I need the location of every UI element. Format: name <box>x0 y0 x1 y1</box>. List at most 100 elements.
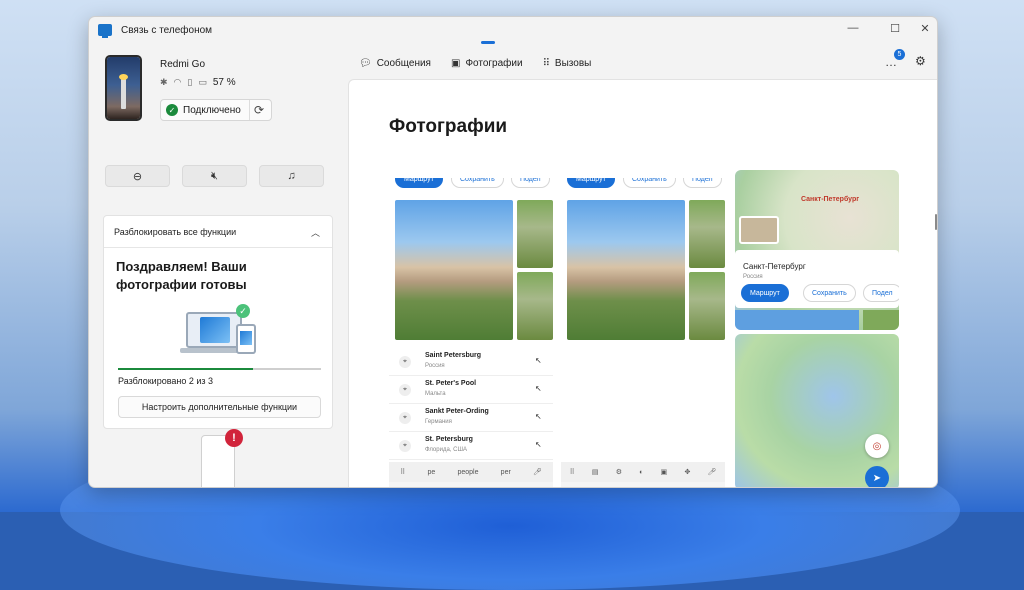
key: r <box>620 487 623 488</box>
maximize-button[interactable]: ☐ <box>881 17 909 39</box>
keyboard-row: q w e r t y u i o p <box>561 482 725 488</box>
connection-status[interactable]: ✓ Подключено ⟳ <box>160 99 272 121</box>
key: y <box>477 487 482 488</box>
scrollbar[interactable] <box>935 214 937 230</box>
main-tabs: 💬︎ Сообщения ▣ Фотографии ⠿ Вызовы <box>359 53 591 73</box>
key: o <box>525 487 530 488</box>
wifi-icon: ◠ <box>173 77 182 87</box>
key: e <box>431 487 436 488</box>
check-icon: ✓ <box>166 104 178 116</box>
photo-thumbnail-1[interactable]: Маршрут Сохранить Подел ⌖ Saint Petersbu… <box>389 178 553 488</box>
unlock-progress-fill <box>118 368 254 370</box>
phone-icon: ▯ <box>187 77 193 87</box>
arrow-icon: ↖ <box>535 440 542 449</box>
chevron-up-icon[interactable]: ︿ <box>311 226 320 239</box>
settings-icon: ⚙ <box>615 469 623 476</box>
key: p <box>714 487 719 488</box>
result-sub: Германия <box>425 419 452 425</box>
tab-messages[interactable]: 💬︎ Сообщения <box>359 58 431 69</box>
clipboard-icon: ▤ <box>591 469 599 476</box>
photos-content: Фотографии Маршрут Сохранить Подел ⌖ Sai… <box>348 79 937 488</box>
key: y <box>649 487 654 488</box>
unlock-card-title: Поздравляем! Ваши фотографии готовы <box>116 259 247 292</box>
suggestion: per <box>500 468 511 476</box>
close-button[interactable]: ✕ <box>911 17 937 39</box>
key: o <box>697 487 702 488</box>
lighthouse-wallpaper-icon <box>119 74 128 109</box>
tablet-icon <box>236 324 256 354</box>
mic-icon: 🎤︎ <box>533 469 542 476</box>
unlock-progress-label: Разблокировано 2 из 3 <box>118 376 214 386</box>
connection-label: Подключено <box>183 104 241 116</box>
unlock-features-card: Разблокировать все функции ︿ Поздравляем… <box>103 215 333 429</box>
keyboard-suggestions: ⠿ pe people per 🎤︎ <box>389 462 553 482</box>
save-button: Сохранить <box>803 284 856 302</box>
map-city-label: Санкт-Петербург <box>801 196 860 203</box>
place-name: Санкт-Петербург <box>743 262 806 271</box>
result-sub: Мальта <box>425 391 446 397</box>
title-bar: Связь с телефоном <box>89 17 937 43</box>
list-item: ⌖ St. Peter's Pool Мальта ↖ <box>389 376 553 404</box>
map-thumbnail-2[interactable]: ◎ ➤ <box>735 334 899 487</box>
suggestion: people <box>457 468 479 476</box>
setup-more-features-button[interactable]: Настроить дополнительные функции <box>118 396 321 418</box>
result-sub: Флорида, США <box>425 447 467 453</box>
key: q <box>567 487 572 488</box>
result-name: Sankt Peter-Ording <box>425 408 489 415</box>
square-photo <box>395 200 513 340</box>
alert-icon: ! <box>225 429 243 447</box>
tab-photos[interactable]: ▣ Фотографии <box>451 58 523 69</box>
mic-icon: 🎤︎ <box>707 469 717 476</box>
key: u <box>494 487 499 488</box>
route-button: Маршрут <box>567 178 615 188</box>
phone-thumbnail <box>105 55 142 121</box>
location-pin-icon: ⌖ <box>399 356 411 368</box>
bluetooth-icon: ✱ <box>160 77 168 87</box>
minimize-button[interactable]: — <box>839 17 867 39</box>
key: w <box>412 487 419 488</box>
music-icon: ♫ <box>287 170 296 182</box>
map-thumbnail-1[interactable]: Санкт-Петербург Санкт-Петербург Россия М… <box>735 170 899 330</box>
success-check-icon: ✓ <box>236 304 250 318</box>
photo-strip <box>735 310 859 330</box>
do-not-disturb-button[interactable]: ⊖ <box>105 165 170 187</box>
device-status: ✱ ◠ ▯ ▭ 57 % <box>160 77 236 88</box>
notification-badge: 5 <box>894 49 905 60</box>
garden-photo <box>689 200 725 268</box>
key: e <box>603 487 608 488</box>
window-title: Связь с телефоном <box>121 24 213 36</box>
sync-icon[interactable]: ⟳ <box>254 103 264 117</box>
tab-messages-label: Сообщения <box>376 57 431 69</box>
battery-level: 57 % <box>212 77 236 88</box>
phone-link-app-icon <box>98 24 112 38</box>
key: t <box>463 487 466 488</box>
tab-calls[interactable]: ⠿ Вызовы <box>543 58 592 69</box>
keyboard-toolbar: ⠿ ▤ ⚙ ◐ ▣ ✥ 🎤︎ <box>561 462 725 482</box>
mute-button[interactable]: 🔇︎ <box>182 165 247 187</box>
route-button: Маршрут <box>741 284 789 302</box>
key: p <box>542 487 547 488</box>
active-tab-indicator <box>481 41 495 44</box>
result-sub: Россия <box>425 363 445 369</box>
garden-photo <box>517 272 553 340</box>
save-button: Сохранить <box>623 178 676 188</box>
garden-photo <box>517 200 553 268</box>
grid-icon: ⠿ <box>400 469 406 476</box>
result-name: St. Peter's Pool <box>425 380 477 387</box>
laptop-icon <box>186 312 242 348</box>
share-button: Подел <box>511 178 550 188</box>
photo-thumbnail-2[interactable]: Маршрут Сохранить Подел ⠿ ▤ ⚙ ◐ ▣ ✥ 🎤︎ q… <box>561 178 725 488</box>
unlock-card-header[interactable]: Разблокировать все функции ︿ <box>104 216 332 248</box>
music-button[interactable]: ♫ <box>259 165 324 187</box>
device-panel: Redmi Go ✱ ◠ ▯ ▭ 57 % ✓ Подключено ⟳ ⊖ 🔇… <box>89 43 348 487</box>
place-country: Россия <box>743 274 763 280</box>
list-item: ⌖ St. Petersburg Флорида, США ↖ <box>389 432 553 460</box>
move-icon: ✥ <box>684 469 691 476</box>
mute-icon: 🔇︎ <box>211 169 218 182</box>
gear-icon[interactable]: ⚙ <box>915 54 926 68</box>
arrow-icon: ↖ <box>535 356 542 365</box>
battery-icon: ▭ <box>198 77 207 87</box>
key: r <box>448 487 451 488</box>
save-button: Сохранить <box>451 178 504 188</box>
unlock-progress-bar <box>118 368 321 370</box>
